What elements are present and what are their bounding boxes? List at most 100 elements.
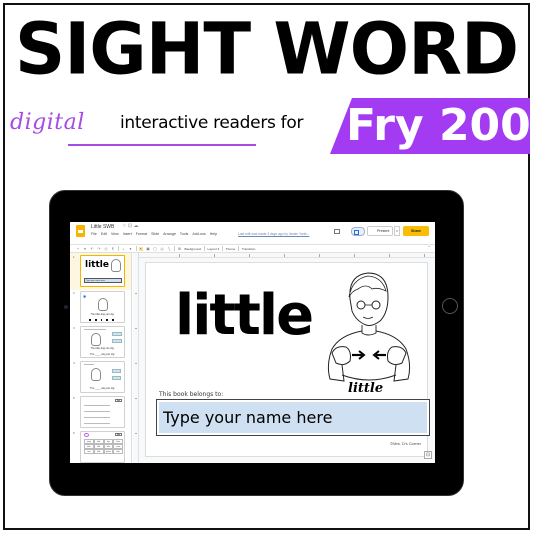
menu-arrange[interactable]: Arrange <box>163 232 176 236</box>
thumb-text-line <box>84 405 110 406</box>
toolbar: + ▾ ↶ ↷ ⎙ ¶ ⌕ ▾ ↖ ▣ ▢ ◎ ╲ ⊞ Background L… <box>70 244 435 253</box>
zoom-dropdown-icon[interactable]: ▾ <box>129 247 133 251</box>
thumb-sentence: The little dog can dig. <box>90 347 115 350</box>
thumbnail-preview: The little dog can dig. The ____ dog can… <box>80 326 125 358</box>
layout-button[interactable]: Layout ▾ <box>208 247 220 251</box>
menu-file[interactable]: File <box>91 232 97 236</box>
thumbnail-preview: little jump little big blue little littl… <box>80 431 125 463</box>
theme-button[interactable]: Theme <box>226 247 236 251</box>
grid-cell: and <box>84 449 94 454</box>
thumb-text-line <box>84 411 110 412</box>
slide-thumbnail-6[interactable]: 6 little jump little big blue little lit… <box>70 429 131 463</box>
menu-insert[interactable]: Insert <box>123 232 132 236</box>
slide-number: 6 <box>73 431 75 435</box>
toolbar-divider <box>174 246 175 251</box>
slide-number: 2 <box>73 291 75 295</box>
present-dropdown-icon[interactable]: ▾ <box>394 226 400 236</box>
line-icon[interactable]: ╲ <box>167 247 171 251</box>
slide-thumbnail-5[interactable]: 5 little <box>70 394 131 431</box>
headline: SIGHT WORD <box>14 7 519 91</box>
slide-number: 1 <box>73 255 75 259</box>
grid-cell: little <box>93 449 104 454</box>
digital-script-label: digital <box>10 110 85 135</box>
app-header: Little SWB ☆ ⊡ ☁ File Edit View Insert F… <box>70 222 435 244</box>
thumb-word-tag: little <box>115 399 122 402</box>
background-button[interactable]: Background <box>185 247 202 251</box>
menu-edit[interactable]: Edit <box>101 232 107 236</box>
menu-help[interactable]: Help <box>210 232 217 236</box>
slide-thumbnail-1[interactable]: 1 little Type your name here <box>70 253 131 290</box>
transition-button[interactable]: Transition <box>242 247 255 251</box>
toolbar-divider <box>204 246 205 251</box>
thumb-word-grid: jump little big blue little little littl… <box>84 439 123 454</box>
thumb-figure-icon <box>91 333 101 346</box>
asl-sign-illustration <box>327 272 411 382</box>
thumb-word: little <box>85 260 109 270</box>
undo-icon[interactable]: ↶ <box>90 247 94 251</box>
comment-add-icon[interactable]: ⊞ <box>178 247 182 251</box>
document-title[interactable]: Little SWB <box>91 224 114 230</box>
thumb-dots <box>89 319 114 321</box>
menu-addons[interactable]: Add-ons <box>192 232 205 236</box>
copyright-credit: ©Mrs. D's Corner <box>390 441 421 446</box>
select-cursor-icon[interactable]: ↖ <box>139 246 143 251</box>
subtitle-row: digital interactive readers for Fry 200 <box>0 98 533 154</box>
name-box-frame <box>156 399 430 436</box>
explore-icon[interactable]: ⊡ <box>424 451 432 459</box>
thumb-answer-box <box>112 369 121 373</box>
thumb-text-line <box>84 364 94 365</box>
thumbnail-preview: The ____ dog can dig. <box>80 361 125 393</box>
thumb-answer-box <box>112 376 121 380</box>
thumbnail-preview: little <box>80 396 125 428</box>
present-options-icon <box>354 229 359 235</box>
zoom-icon[interactable]: ⌕ <box>122 247 126 251</box>
present-button[interactable]: Present <box>367 226 393 236</box>
slide-thumbnail-4[interactable]: 4 The ____ dog can dig. <box>70 359 131 396</box>
tablet-home-button[interactable] <box>442 298 458 314</box>
menu-format[interactable]: Format <box>136 232 147 236</box>
share-button[interactable]: Share <box>403 226 429 236</box>
slide-filmstrip: 1 little Type your name here 2 ✱ The lit… <box>70 253 132 463</box>
new-slide-dropdown-icon[interactable]: ▾ <box>83 247 87 251</box>
text-box-icon[interactable]: ▣ <box>146 247 150 251</box>
slides-logo-icon[interactable] <box>76 225 85 237</box>
toolbar-divider <box>118 246 119 251</box>
menu-slide[interactable]: Slide <box>151 232 159 236</box>
menu-view[interactable]: View <box>111 232 119 236</box>
thumb-figure-icon <box>98 298 108 311</box>
belongs-label: This book belongs to: <box>159 391 224 398</box>
fry-badge-text: Fry 200 <box>346 100 531 151</box>
sight-word[interactable]: little <box>175 283 314 348</box>
print-icon[interactable]: ⎙ <box>104 247 108 251</box>
slide-number: 3 <box>73 326 75 330</box>
thumb-word-tag: little <box>115 433 122 436</box>
thumb-text-line <box>84 423 110 424</box>
last-edit-link[interactable]: Last edit was made 3 days ago by Jessie … <box>238 232 309 236</box>
shape-icon[interactable]: ◎ <box>160 247 164 251</box>
thumb-answer-box <box>112 339 122 343</box>
thumbnail-preview: little Type your name here <box>80 255 125 287</box>
redo-icon[interactable]: ↷ <box>97 247 101 251</box>
grid-cell: little <box>113 449 123 454</box>
toolbar-divider <box>238 246 239 251</box>
thumb-figure-icon <box>111 259 121 272</box>
new-slide-icon[interactable]: + <box>76 247 80 251</box>
slide-1-editor[interactable]: little little This book belongs to: ©Mrs… <box>145 262 430 457</box>
thumb-answer-box <box>112 332 122 336</box>
star-move-cloud-icons[interactable]: ☆ ⊡ ☁ <box>122 223 138 229</box>
thumb-sentence: The little dog can dig. <box>90 313 115 316</box>
present-options-button[interactable] <box>351 227 365 236</box>
name-input[interactable] <box>159 402 427 433</box>
thumb-sentence-2: The ____ dog can dig. <box>90 353 115 356</box>
thumb-text-line <box>84 417 110 418</box>
slide-thumbnail-3[interactable]: 3 The little dog can dig. The ____ dog c… <box>70 324 131 361</box>
image-icon[interactable]: ▢ <box>153 247 157 251</box>
slide-thumbnail-2[interactable]: 2 ✱ The little dog can dig. <box>70 289 131 326</box>
menu-tools[interactable]: Tools <box>180 232 188 236</box>
collapse-toolbar-icon[interactable]: ⌃ <box>428 245 431 250</box>
paint-format-icon[interactable]: ¶ <box>111 247 115 251</box>
thumb-figure-icon <box>91 368 101 381</box>
thumbnail-preview: ✱ The little dog can dig. <box>80 291 125 323</box>
toolbar-divider <box>135 246 136 251</box>
comments-icon[interactable] <box>334 229 340 234</box>
